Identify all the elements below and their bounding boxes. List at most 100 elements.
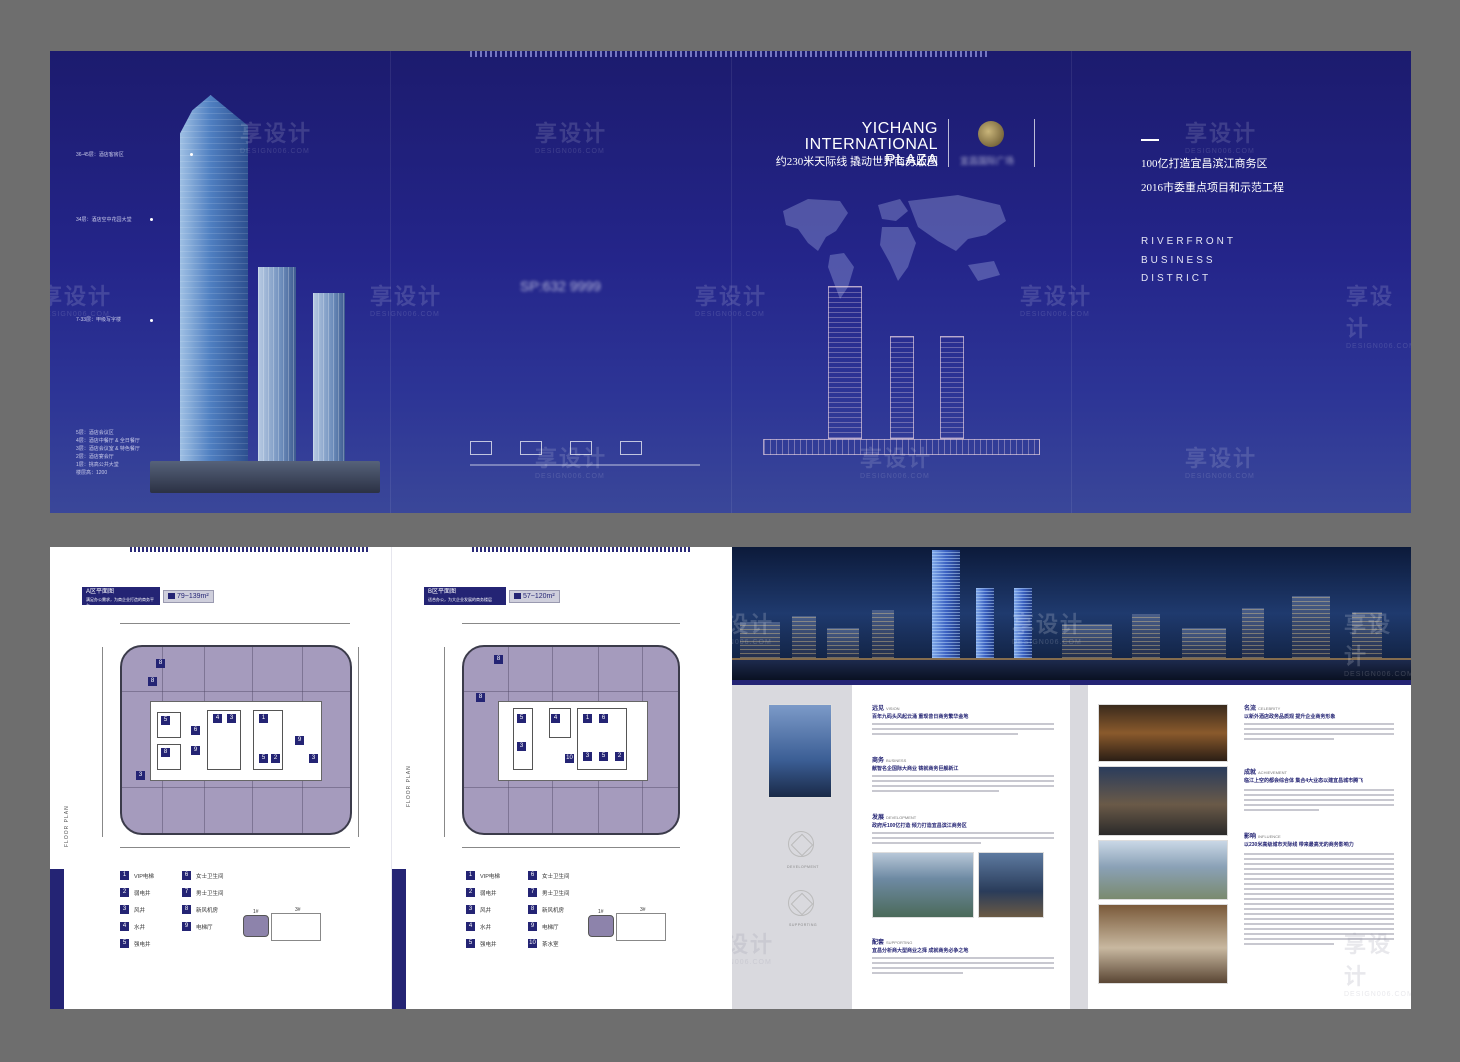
plan-subtitle: 满足办公需求，为商企业打造的商务平台	[86, 597, 154, 608]
district-word: RIVERFRONT	[1141, 236, 1236, 247]
partner-logo-icon	[470, 441, 492, 455]
body-text	[872, 723, 1054, 738]
building-core: 5 8 6 9 4 3 1 2 9 5 3	[150, 701, 322, 781]
site-key-map: 1# 3#	[243, 907, 323, 943]
dimension-line	[120, 847, 350, 848]
legend-item: 2 弱电井	[466, 884, 500, 901]
section-heading: 影响 INFLUENCE	[1244, 834, 1281, 840]
lobby-photo	[1098, 704, 1228, 762]
plan-tag: A区平面图 满足办公需求，为商企业打造的商务平台	[82, 587, 160, 608]
area-badge: 57~120m²	[509, 590, 560, 603]
supporting-emblem-icon	[788, 890, 814, 916]
tower-b-image	[258, 267, 296, 477]
tower-outline-drawing	[828, 286, 862, 439]
plan-marker: 1	[259, 714, 268, 723]
floor-label: 5层：酒店会议区	[76, 430, 114, 436]
legend-item: 6 女士卫生间	[528, 867, 570, 884]
lounge-photo	[1098, 766, 1228, 836]
title-line: YICHANG	[861, 120, 938, 137]
cover-spread: 36-45层：酒店客房区 34层：酒店空中花园大堂 7-33层：甲级写字楼 5层…	[50, 51, 1411, 513]
partner-logo-icon	[620, 441, 642, 455]
body-text	[872, 957, 1054, 977]
legend-col-2: 6 女士卫生间 7 男士卫生间 8 新风机房 9 电梯厅 10 茶水室	[528, 867, 570, 952]
legend-col-1: 1 VIP电梯 2 弱电井 3 风井 4 水井 5 强电井	[120, 867, 154, 952]
legend-item: 1 VIP电梯	[466, 867, 500, 884]
plan-marker: 3	[136, 771, 145, 780]
legend-col-1: 1 VIP电梯 2 弱电井 3 风井 4 水井 5 强电井	[466, 867, 500, 952]
section-subtitle: 献智名企国际大商业 铸就商务巨舰新江	[872, 766, 959, 772]
navy-accent	[392, 869, 406, 1009]
legend-item: 9 电梯厅	[182, 918, 224, 935]
legend-item: 4 水井	[120, 918, 154, 935]
watermark: 享设计DESIGN006.COM	[732, 932, 775, 966]
plan-marker: 5	[161, 716, 170, 725]
section-heading: 商务 BUSINESS	[872, 758, 907, 764]
watermark: 享设计DESIGN006.COM	[1185, 446, 1258, 480]
legend-item: 6 女士卫生间	[182, 867, 224, 884]
plan-marker: 2	[615, 752, 624, 761]
floor-label: 2层：酒店宴会厅	[76, 454, 114, 460]
section-subtitle: 以新外酒店政务品质观 提升企业商务形象	[1244, 714, 1336, 720]
floor-plan-drawing: 5 3 4 1 6 3 5 2 10 8 8	[462, 645, 680, 835]
plan-marker: 8	[156, 659, 165, 668]
floor-label: 3层：酒店会议室 & 特色餐厅	[76, 446, 140, 452]
legend-item: 10 茶水室	[528, 939, 559, 948]
floor-label: 1层：挑高公共大堂	[76, 462, 119, 468]
plan-marker: 10	[565, 754, 574, 763]
section-subtitle: 百年九码头风起云涌 重现昔日商务繁华金地	[872, 714, 969, 720]
section-subtitle: 以230米高级城市天际线 带来最高无的商务影响力	[1244, 842, 1354, 848]
legend-item: 7 男士卫生间	[182, 884, 224, 901]
site-key-map: 1# 3#	[588, 907, 668, 943]
plan-marker: 3	[583, 752, 592, 761]
plan-marker: 6	[191, 726, 200, 735]
emblem-label: SUPPORTING	[789, 923, 818, 927]
plan-marker: 9	[295, 736, 304, 745]
plan-marker: 4	[551, 714, 560, 723]
section-heading: 发展 DEVELOPMENT	[872, 815, 917, 821]
plan-marker: 9	[191, 746, 200, 755]
district-word: BUSINESS	[1141, 254, 1216, 266]
watermark: 享设计DESIGN006.COM	[535, 121, 608, 155]
tower-photo	[768, 704, 832, 798]
floor-label-group: 5层：酒店会议区 4层：酒店中餐厅 & 全日餐厅 3层：酒店会议室 & 特色餐厅…	[76, 429, 176, 477]
plan-marker: 3	[227, 714, 236, 723]
section-heading: 配套 SUPPORTING	[872, 940, 913, 946]
feature-spread: DEVELOPMENT SUPPORTING 远见 VISION 百年九码头风起云…	[732, 547, 1411, 1009]
legend-item: 5 强电井	[466, 935, 500, 952]
project-status-line: 2016市委重点项目和示范工程	[1141, 182, 1284, 194]
plan-subtitle: 适合办公，为大企业发展的商务楼层	[428, 597, 492, 602]
plan-marker: 3	[517, 742, 526, 751]
legend-item: 8 新风机房	[182, 901, 224, 918]
body-text	[872, 832, 1054, 847]
plan-marker: 8	[476, 693, 485, 702]
world-map-icon	[783, 195, 1006, 299]
watermark: 享设计DESIGN006.COM	[1020, 284, 1093, 318]
body-text	[1244, 723, 1394, 743]
decor-strip	[472, 547, 692, 552]
watermark: 享设计DESIGN006.COM	[240, 121, 313, 155]
divider	[1141, 139, 1159, 141]
floor-plan-page-a: A区平面图 满足办公需求，为商企业打造的商务平台 79~139m² FLOOR …	[50, 547, 391, 1009]
project-slogan: 约230米天际线 撬动世界商务版图	[775, 156, 938, 168]
legend-col-2: 6 女士卫生间 7 男士卫生间 8 新风机房 9 电梯厅	[182, 867, 224, 935]
watermark: 享设计DESIGN006.COM	[50, 284, 113, 318]
dimension-line	[462, 847, 680, 848]
dimension-line	[102, 647, 103, 837]
watermark: 享设计DESIGN006.COM	[535, 446, 608, 480]
section-subtitle: 宜昌分析商大型商业之择 成就商务必争之地	[872, 948, 969, 954]
phone-number: SP:632 9999	[520, 278, 601, 294]
floor-plan-side-label: FLOOR PLAN	[406, 765, 412, 807]
watermark: 享设计DESIGN006.COM	[1344, 932, 1411, 998]
floor-marker	[150, 319, 153, 322]
legend-item: 7 男士卫生间	[528, 884, 570, 901]
watermark: 享设计DESIGN006.COM	[1344, 612, 1411, 678]
brand-logo-icon	[978, 121, 1004, 147]
section-subtitle: 临江上空的都会综合体 集合4大业态以建宜昌城市腾飞	[1244, 778, 1364, 784]
dimension-line	[462, 623, 680, 624]
aerial-photo	[872, 852, 974, 918]
watermark: 享设计DESIGN006.COM	[370, 284, 443, 318]
legend-item: 8 新风机房	[528, 901, 570, 918]
dimension-line	[358, 647, 359, 837]
watermark: 享设计DESIGN006.COM	[732, 612, 775, 646]
floor-label: 36-45层：酒店客房区	[76, 152, 124, 158]
